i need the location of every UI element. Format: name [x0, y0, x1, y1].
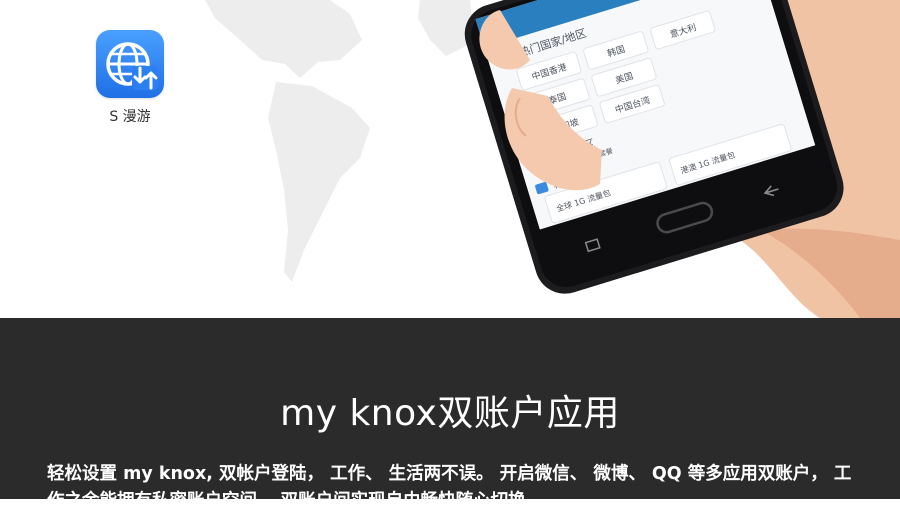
phone-in-hand-illustration: 热门国家/地区 中国香港 韩国 意大利 泰国 美国 新加坡 中国台湾 全部国家/… — [464, 0, 900, 318]
hero-section: S 漫游 热门国家/地区 中国香港 韩国 意大利 泰国 美国 中国台湾 全球 1… — [0, 0, 900, 318]
feature-section: my knox双账户应用 轻松设置 my knox, 双帐户登陆， 工作、 生活… — [0, 318, 900, 511]
feature-headline: my knox双账户应用 — [280, 393, 620, 434]
feature-description: 轻松设置 my knox, 双帐户登陆， 工作、 生活两不误。 开启微信、 微博… — [47, 464, 852, 511]
